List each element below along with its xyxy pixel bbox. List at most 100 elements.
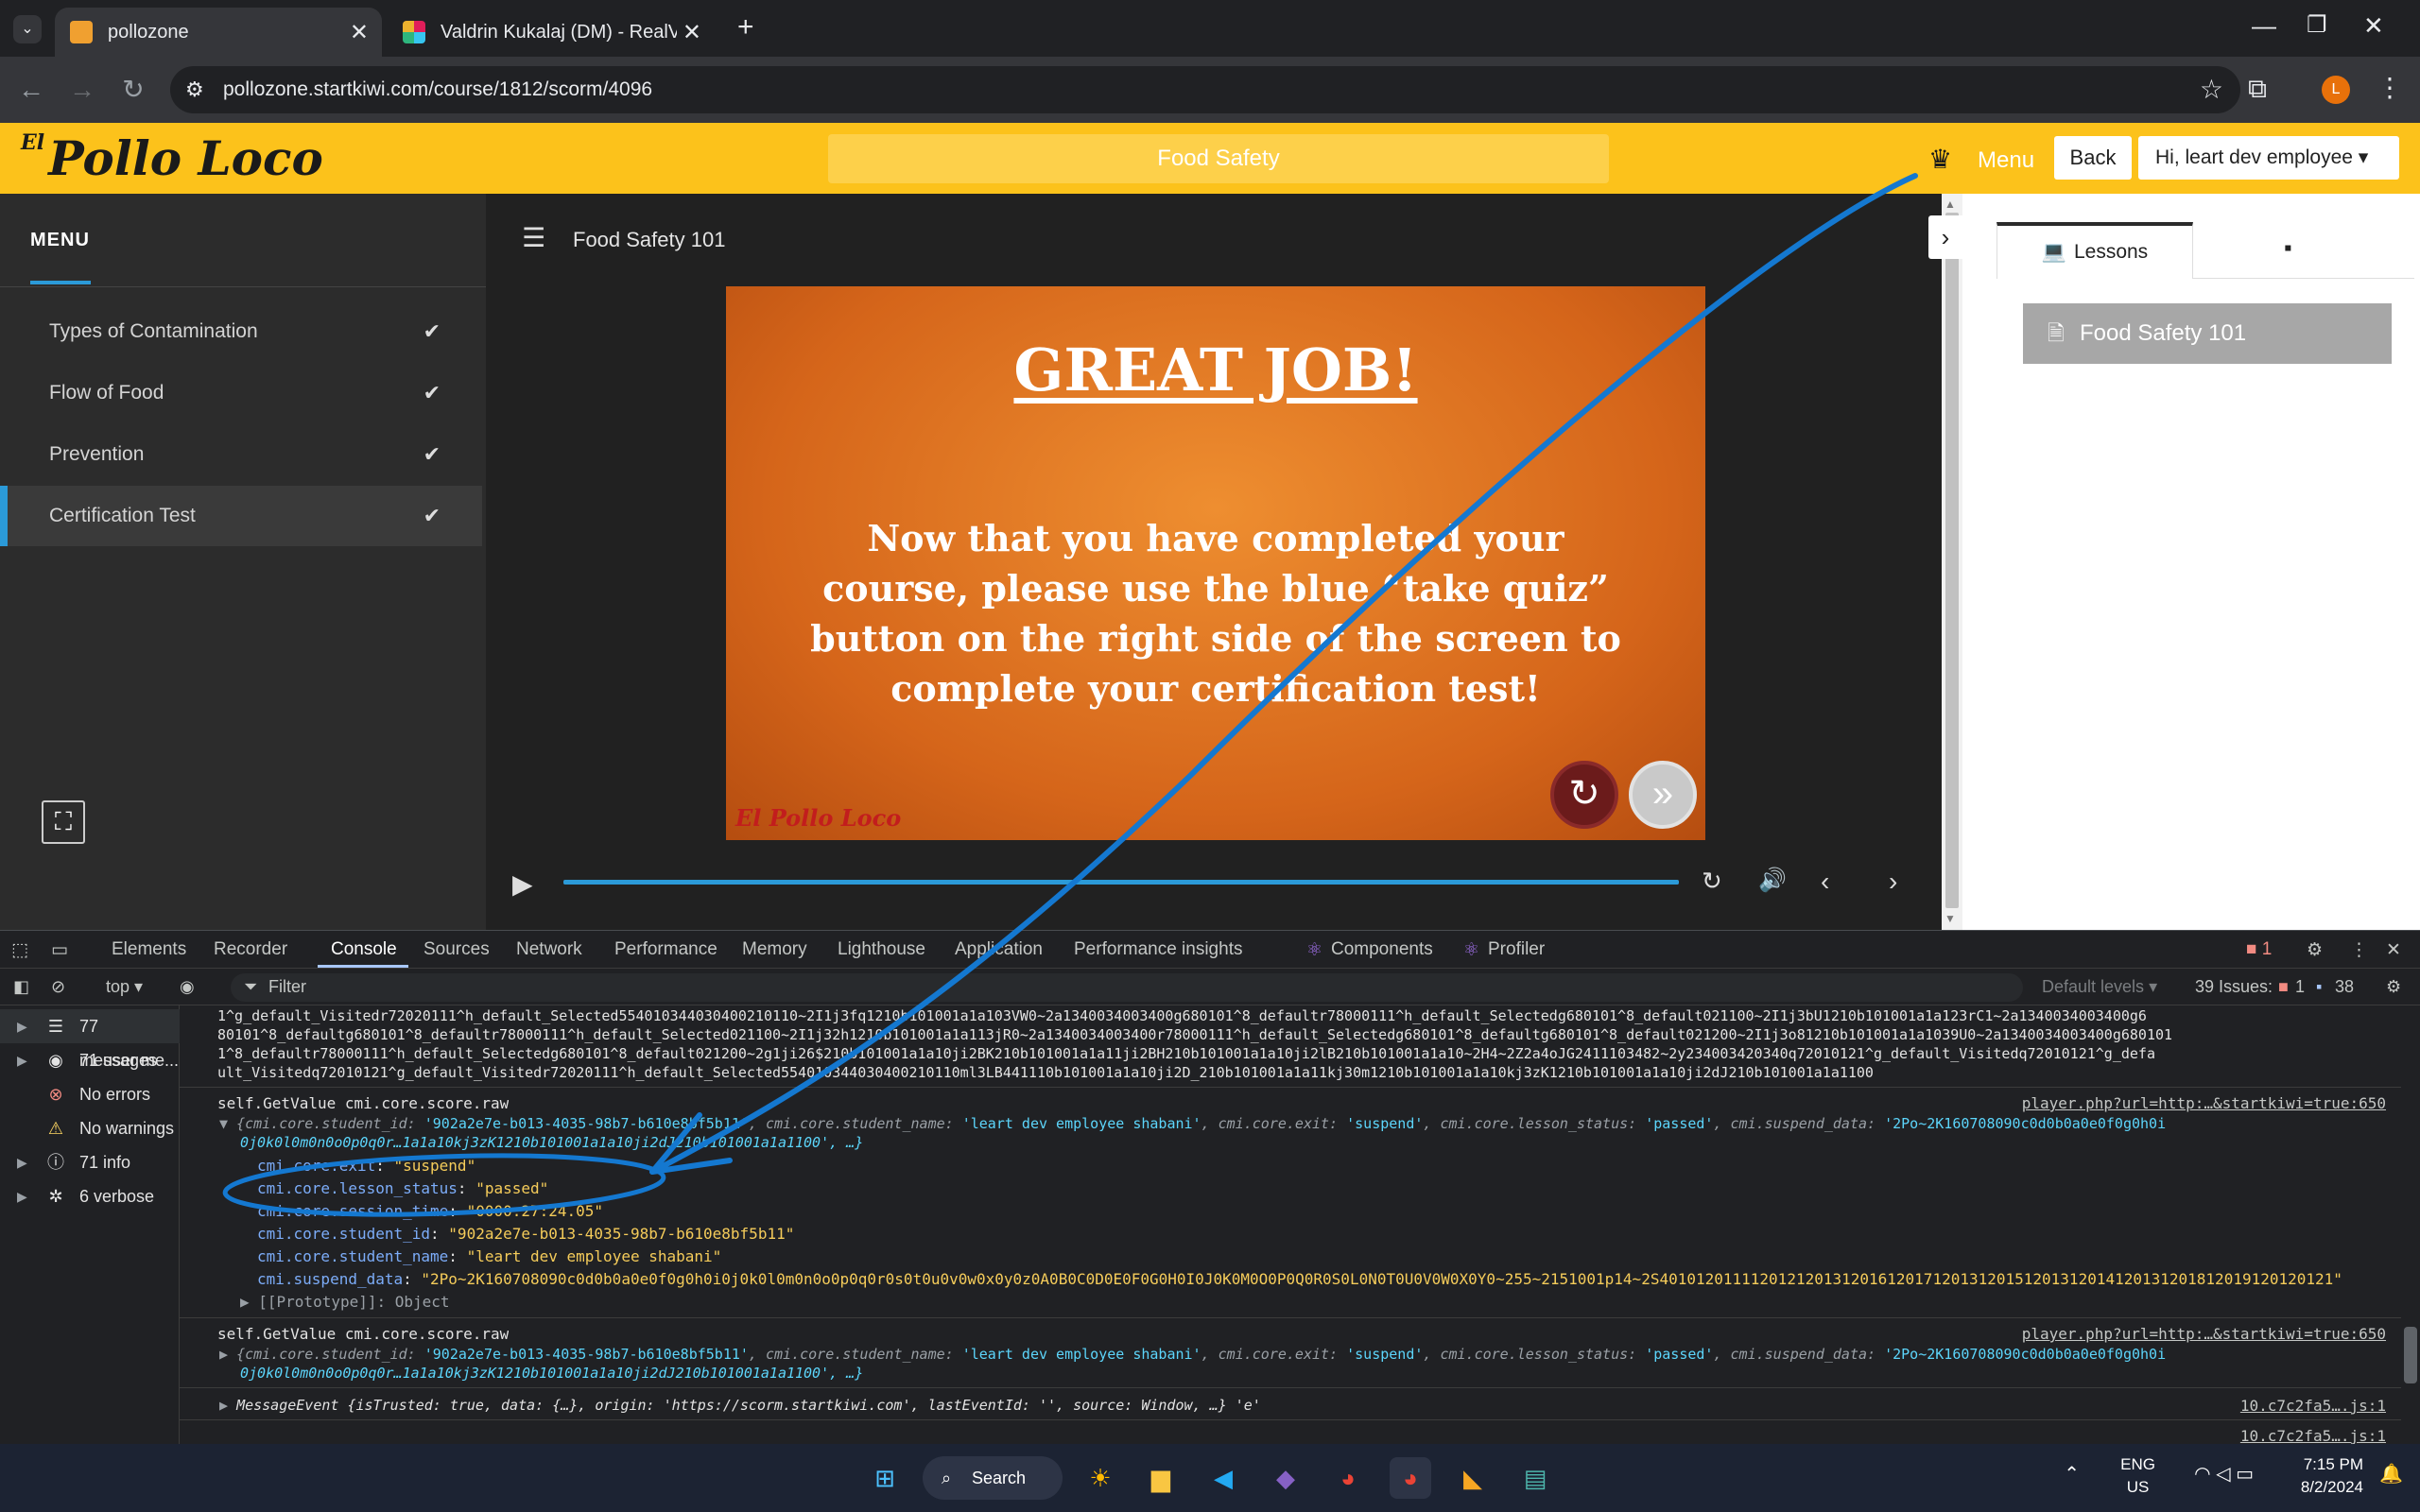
back-arrow-icon[interactable]: ←: [15, 74, 47, 106]
context-selector[interactable]: top ▾: [106, 977, 143, 997]
volume-icon[interactable]: 🔊: [1758, 867, 1787, 894]
devtools-tab-elements[interactable]: Elements: [112, 939, 186, 960]
devtools-tab-performance[interactable]: Performance: [614, 939, 717, 960]
menu-item-types-of-contamination[interactable]: Types of Contamination ✔: [0, 301, 482, 362]
inspect-icon[interactable]: ⬚: [11, 939, 28, 961]
devtools-tab-application[interactable]: Application: [955, 939, 1043, 960]
sidebar-user-messages[interactable]: ▶ ◉ 71 user me...: [0, 1043, 180, 1077]
devtools-tab-console[interactable]: Console: [331, 939, 397, 960]
bookmark-star-icon[interactable]: ☆: [2200, 74, 2223, 105]
prop-value: "0000:27:24.05": [466, 1202, 604, 1220]
tray-overflow-icon[interactable]: ⌃: [2064, 1463, 2080, 1486]
source-link[interactable]: player.php?url=http:…&startkiwi=true:650: [2022, 1325, 2386, 1343]
close-window-icon[interactable]: ✕: [2363, 11, 2384, 41]
devtools-tab-components[interactable]: Components: [1331, 939, 1433, 960]
chrome-profile-icon[interactable]: ◕: [1390, 1457, 1431, 1499]
notes-icon[interactable]: ▪: [2284, 235, 2292, 262]
console-scrollbar[interactable]: [2401, 1005, 2420, 1444]
extensions-icon[interactable]: ⧉: [2248, 74, 2267, 105]
hamburger-menu-icon[interactable]: ☰: [522, 222, 545, 253]
minimize-icon[interactable]: —: [2252, 11, 2276, 41]
sidebar-toggle-icon[interactable]: ◧: [13, 977, 29, 997]
settings-gear-icon[interactable]: ⚙: [2307, 939, 2323, 961]
forward-arrow-icon[interactable]: →: [66, 74, 98, 106]
sidebar-warnings[interactable]: ⚠ No warnings: [0, 1111, 180, 1145]
previous-icon[interactable]: ‹: [1821, 867, 1829, 897]
devtools-tab-recorder[interactable]: Recorder: [214, 939, 287, 960]
close-tab-icon[interactable]: ✕: [683, 19, 701, 46]
url-field[interactable]: ⚙ pollozone.startkiwi.com/course/1812/sc…: [170, 66, 2240, 113]
file-explorer-icon[interactable]: ▆: [1140, 1457, 1182, 1499]
tab-pollozone[interactable]: pollozone ✕: [55, 8, 382, 57]
el-pollo-loco-logo[interactable]: ElPollo Loco: [21, 130, 323, 186]
devtools-tab-network[interactable]: Network: [516, 939, 582, 960]
error-count-badge[interactable]: ■ 1: [2246, 939, 2272, 960]
devtools-tab-memory[interactable]: Memory: [742, 939, 807, 960]
prototype-row[interactable]: ▶ [[Prototype]]: Object: [240, 1293, 450, 1311]
tab-search-icon[interactable]: ⌄: [13, 15, 42, 43]
visual-studio-icon[interactable]: ◆: [1265, 1457, 1306, 1499]
network-volume-battery-icons[interactable]: ◠ ◁ ▭: [2194, 1463, 2254, 1486]
object-preview[interactable]: ▼ {cmi.core.student_id: '902a2e7e-b013-4…: [219, 1115, 2394, 1132]
devtools-tab-lighthouse[interactable]: Lighthouse: [838, 939, 925, 960]
close-tab-icon[interactable]: ✕: [350, 19, 369, 46]
collapse-panel-arrow-icon[interactable]: ›: [1928, 215, 1962, 259]
user-dropdown[interactable]: Hi, leart dev employee ▾: [2138, 136, 2399, 180]
next-slide-icon[interactable]: »: [1629, 761, 1697, 829]
object-preview[interactable]: ▶ {cmi.core.student_id: '902a2e7e-b013-4…: [219, 1346, 2394, 1363]
award-icon[interactable]: ♛: [1928, 144, 1952, 175]
menu-item-prevention[interactable]: Prevention ✔: [0, 424, 482, 485]
source-link[interactable]: player.php?url=http:…&startkiwi=true:650: [2022, 1094, 2386, 1112]
app-icon[interactable]: ◣: [1452, 1457, 1494, 1499]
console-settings-icon[interactable]: ⚙: [2386, 977, 2401, 997]
replay-icon[interactable]: ↻: [1550, 761, 1618, 829]
language-indicator[interactable]: ENG US: [2120, 1453, 2155, 1499]
close-devtools-icon[interactable]: ✕: [2386, 939, 2401, 961]
play-icon[interactable]: ▶: [512, 868, 533, 900]
devtools-tab-profiler[interactable]: Profiler: [1488, 939, 1545, 960]
eye-icon[interactable]: ◉: [180, 977, 195, 997]
restart-icon[interactable]: ↻: [1702, 867, 1722, 896]
filter-input[interactable]: ⏷ Filter: [231, 973, 2023, 1002]
menu-item-flow-of-food[interactable]: Flow of Food ✔: [0, 363, 482, 423]
browser-menu-icon[interactable]: ⋮: [2377, 72, 2403, 103]
tab-lessons[interactable]: 💻 Lessons: [1996, 222, 2193, 279]
devtools-tab-sources[interactable]: Sources: [424, 939, 490, 960]
menu-link[interactable]: Menu: [1978, 147, 2034, 174]
sidebar-info[interactable]: ▶ ⓘ 71 info: [0, 1145, 180, 1179]
menu-item-certification-test[interactable]: Certification Test ✔: [0, 486, 482, 546]
warning-icon: ⚠: [47, 1119, 64, 1138]
back-button[interactable]: Back: [2054, 136, 2132, 180]
site-info-icon[interactable]: ⚙: [185, 77, 204, 102]
log-levels-dropdown[interactable]: Default levels ▾: [2042, 977, 2157, 997]
notification-bell-icon[interactable]: 🔔: [2379, 1463, 2403, 1486]
page-scrollbar[interactable]: ▲ ▼: [1942, 194, 1962, 931]
message-event-row[interactable]: ▶ MessageEvent {isTrusted: true, data: {…: [219, 1397, 1261, 1414]
devtools-tab-performance-insights[interactable]: Performance insights: [1074, 939, 1242, 960]
sidebar-messages[interactable]: ▶ ☰ 77 messages: [0, 1009, 180, 1070]
vscode-icon[interactable]: ◀: [1202, 1457, 1244, 1499]
source-link[interactable]: 10.c7c2fa5….js:1: [2240, 1397, 2386, 1415]
notepad-icon[interactable]: ▤: [1514, 1457, 1556, 1499]
source-link[interactable]: 10.c7c2fa5….js:1: [2240, 1427, 2386, 1444]
tab-slack[interactable]: Valdrin Kukalaj (DM) - RealVisua ✕: [388, 8, 715, 57]
reload-icon[interactable]: ↻: [117, 74, 149, 106]
lesson-item[interactable]: 🗎 Food Safety 101: [2023, 303, 2392, 364]
issues-label[interactable]: 39 Issues:: [2195, 977, 2273, 997]
windows-start-icon[interactable]: ⊞: [864, 1457, 906, 1499]
chrome-icon[interactable]: ◕: [1327, 1457, 1369, 1499]
weather-icon[interactable]: ☀: [1080, 1457, 1121, 1499]
sidebar-verbose[interactable]: ▶ ✲ 6 verbose: [0, 1179, 180, 1213]
clear-console-icon[interactable]: ⊘: [51, 977, 65, 997]
seek-progress[interactable]: [563, 880, 1679, 885]
sidebar-errors[interactable]: ⊗ No errors: [0, 1077, 180, 1111]
new-tab-icon[interactable]: +: [737, 11, 754, 43]
devtools-menu-icon[interactable]: ⋮: [2350, 939, 2368, 961]
restore-icon[interactable]: ❐: [2307, 11, 2327, 39]
profile-avatar[interactable]: L: [2322, 76, 2350, 104]
clock[interactable]: 7:15 PM 8/2/2024: [2301, 1453, 2363, 1499]
fullscreen-icon[interactable]: ⛶: [42, 800, 85, 844]
device-toggle-icon[interactable]: ▭: [51, 939, 68, 961]
next-icon[interactable]: ›: [1889, 867, 1897, 897]
taskbar-search[interactable]: ⌕ Search: [923, 1456, 1063, 1500]
